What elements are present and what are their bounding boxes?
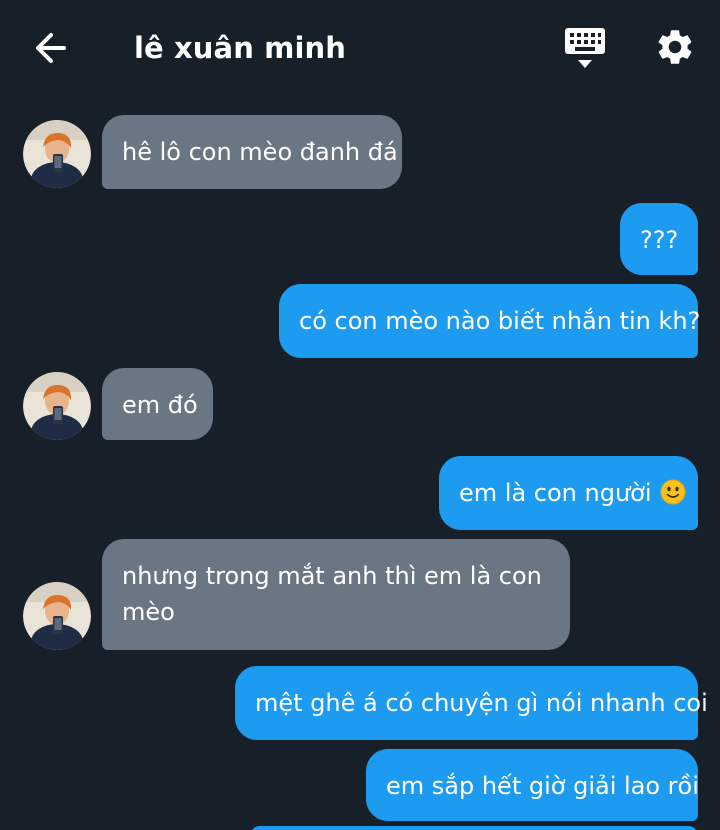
outgoing-message-bubble[interactable]: ??? xyxy=(620,203,698,275)
chat-screen: lê xuân minh hê lô con mèo đanh đá ??? c… xyxy=(0,0,720,830)
arrow-left-icon xyxy=(36,33,66,63)
incoming-message-bubble[interactable]: em đó xyxy=(102,368,213,440)
conversation-title: lê xuân minh xyxy=(134,31,347,65)
next-message-bubble-edge xyxy=(250,826,698,830)
chat-header: lê xuân minh xyxy=(0,0,720,96)
message-text: mệt ghê á có chuyện gì nói nhanh coi xyxy=(255,689,708,717)
keyboard-toggle-button[interactable] xyxy=(562,26,608,72)
message-text-line: nhưng trong mắt anh thì em là con xyxy=(122,562,542,590)
message-text: hê lô con mèo đanh đá xyxy=(122,138,398,166)
message-text-line: mèo xyxy=(122,598,175,626)
message-text: em đó xyxy=(122,391,198,419)
contact-avatar[interactable] xyxy=(23,120,91,188)
outgoing-message-bubble[interactable]: em sắp hết giờ giải lao rồi xyxy=(366,749,699,821)
message-text: em là con người xyxy=(459,479,652,507)
outgoing-message-bubble[interactable]: có con mèo nào biết nhắn tin kh? xyxy=(279,284,701,358)
incoming-message-bubble[interactable]: hê lô con mèo đanh đá xyxy=(102,115,402,189)
message-text: ??? xyxy=(640,226,679,254)
outgoing-message-bubble[interactable]: mệt ghê á có chuyện gì nói nhanh coi xyxy=(235,666,708,740)
contact-avatar[interactable] xyxy=(23,582,91,650)
outgoing-message-bubble[interactable]: em là con người xyxy=(439,456,698,530)
slightly-smiling-face-emoji xyxy=(660,479,686,505)
message-text: có con mèo nào biết nhắn tin kh? xyxy=(299,307,701,335)
back-button[interactable] xyxy=(30,28,72,68)
contact-avatar[interactable] xyxy=(23,372,91,440)
message-text: em sắp hết giờ giải lao rồi xyxy=(386,772,699,800)
settings-button[interactable] xyxy=(654,26,696,68)
incoming-message-bubble[interactable]: nhưng trong mắt anh thì em là con mèo xyxy=(102,539,570,650)
keyboard-icon xyxy=(565,28,605,68)
gear-icon xyxy=(658,30,692,64)
